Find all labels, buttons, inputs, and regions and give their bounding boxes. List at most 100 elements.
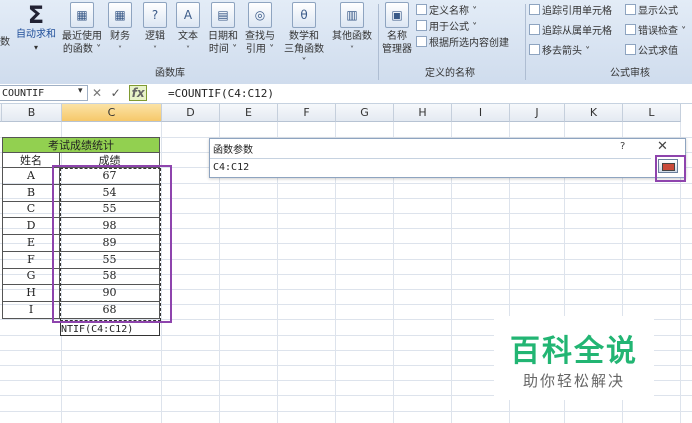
name-cell[interactable]: A (2, 168, 60, 185)
name-box-dropdown-icon[interactable]: ▾ (78, 86, 83, 96)
table-title[interactable]: 考试成绩统计 (2, 137, 160, 153)
watermark: 百科全说 助你轻松解决 (494, 316, 654, 400)
watermark-subtitle: 助你轻松解决 (522, 372, 625, 390)
financial-icon: ▦ (108, 2, 132, 28)
define-name-icon (416, 4, 427, 15)
name-box[interactable]: COUNTIF (0, 85, 88, 101)
use-in-formula-button[interactable]: 用于公式 ˅ (416, 20, 477, 34)
name-manager-button[interactable]: ▣ 名称 管理器 (380, 2, 414, 56)
collapse-dialog-icon (662, 163, 675, 171)
grid-hline (0, 411, 692, 412)
recent-functions-label-2: 的函数 ˅ (62, 44, 102, 55)
lookup-button[interactable]: ◎ 查找与引用 ˅ (242, 2, 278, 56)
lookup-label: 查找与 (245, 31, 275, 42)
autosum-button[interactable]: Σ 自动求和 ▾ (13, 2, 59, 54)
math-trig-button[interactable]: θ 数学和 三角函数 ˅ (280, 2, 328, 69)
editing-cell[interactable]: NTIF(C4:C12) (60, 321, 160, 336)
group-label-formula-auditing: 公式审核 (610, 68, 650, 79)
autosum-label: 自动求和 (16, 29, 56, 40)
name-manager-label-2: 管理器 (382, 44, 412, 55)
more-functions-button[interactable]: ▥ 其他函数 ˅ (328, 2, 376, 56)
name-cell[interactable]: E (2, 234, 60, 252)
column-header-k[interactable]: K (565, 104, 623, 122)
formula-input[interactable]: =COUNTIF(C4:C12) (168, 85, 274, 102)
help-icon[interactable]: ? (620, 141, 625, 152)
create-from-selection-button[interactable]: 根据所选内容创建 (416, 36, 509, 50)
lookup-label-2: 引用 ˅ (245, 44, 275, 55)
trace-dependents-icon (529, 24, 540, 35)
column-header-j[interactable]: J (510, 104, 565, 122)
column-header-i[interactable]: I (452, 104, 510, 122)
financial-button[interactable]: ▦ 财务 ˅ (106, 2, 134, 56)
name-cell[interactable]: B (2, 184, 60, 202)
error-checking-icon (625, 24, 636, 35)
collapse-dialog-button[interactable] (658, 159, 678, 173)
error-checking-button[interactable]: 错误检查 ˅ (625, 24, 686, 38)
define-name-button[interactable]: 定义名称 ˅ (416, 4, 477, 18)
column-header-h[interactable]: H (394, 104, 452, 122)
column-header-d[interactable]: D (162, 104, 220, 122)
name-cell[interactable]: F (2, 251, 60, 269)
score-cell[interactable]: 54 (60, 184, 160, 202)
trace-dependents-label: 追踪从属单元格 (542, 26, 612, 37)
score-cell[interactable]: 98 (60, 218, 160, 236)
name-cell[interactable]: C (2, 201, 60, 219)
recent-functions-button[interactable]: ▦ 最近使用 的函数 ˅ (60, 2, 104, 56)
name-cell[interactable]: H (2, 284, 60, 302)
use-in-formula-icon (416, 20, 427, 31)
name-cell[interactable]: D (2, 218, 60, 236)
insert-function-button[interactable]: 数 (0, 36, 10, 49)
financial-label: 财务 (110, 31, 130, 42)
text-button[interactable]: A 文本 ˅ (174, 2, 202, 56)
score-cell[interactable]: 55 (60, 251, 160, 269)
date-time-icon: ▤ (211, 2, 235, 28)
remove-arrows-label: 移去箭头 ˅ (542, 46, 591, 57)
column-header-e[interactable]: E (220, 104, 278, 122)
header-name[interactable]: 姓名 (2, 153, 60, 168)
header-score[interactable]: 成绩 (60, 153, 160, 168)
logical-label: 逻辑 (145, 31, 165, 42)
name-manager-icon: ▣ (385, 2, 409, 28)
evaluate-formula-button[interactable]: 公式求值 (625, 44, 678, 58)
group-label-defined-names: 定义的名称 (425, 68, 475, 79)
enter-icon[interactable]: ✓ (111, 86, 121, 100)
dialog-title: 函数参数 (213, 145, 253, 156)
name-cell[interactable]: I (2, 301, 60, 319)
show-formulas-label: 显示公式 (638, 6, 678, 17)
logical-button[interactable]: ? 逻辑 ˅ (140, 2, 170, 56)
group-separator-2 (525, 4, 526, 80)
name-cell[interactable]: G (2, 268, 60, 286)
more-functions-icon: ▥ (340, 2, 364, 28)
remove-arrows-button[interactable]: 移去箭头 ˅ (529, 44, 590, 58)
column-header-l[interactable]: L (623, 104, 681, 122)
score-cell[interactable]: 55 (60, 201, 160, 219)
lookup-icon: ◎ (248, 2, 272, 28)
evaluate-formula-label: 公式求值 (638, 46, 678, 57)
column-header-f[interactable]: F (278, 104, 336, 122)
date-time-label: 日期和 (208, 31, 238, 42)
date-time-button[interactable]: ▤ 日期和 时间 ˅ (205, 2, 241, 56)
cancel-icon[interactable]: ✕ (92, 86, 102, 100)
remove-arrows-icon (529, 44, 540, 55)
range-input[interactable]: C4:C12 (210, 158, 651, 175)
score-cell[interactable]: 67 (60, 168, 160, 185)
close-icon[interactable]: ✕ (657, 139, 668, 154)
watermark-title: 百科全说 (510, 334, 638, 369)
score-cell[interactable]: 90 (60, 284, 160, 302)
column-header-b[interactable]: B (2, 104, 62, 122)
formula-bar: COUNTIF ▾ ✕ ✓ fx =COUNTIF(C4:C12) (0, 84, 692, 104)
text-label: 文本 (178, 31, 198, 42)
show-formulas-button[interactable]: 显示公式 (625, 4, 678, 18)
score-cell[interactable]: 58 (60, 268, 160, 286)
trace-precedents-icon (529, 4, 540, 15)
sigma-icon: Σ (27, 1, 45, 29)
trace-precedents-button[interactable]: 追踪引用单元格 (529, 4, 612, 18)
score-cell[interactable]: 68 (60, 301, 160, 319)
trace-dependents-button[interactable]: 追踪从属单元格 (529, 24, 612, 38)
trace-precedents-label: 追踪引用单元格 (542, 6, 612, 17)
column-header-g[interactable]: G (336, 104, 394, 122)
column-header-c[interactable]: C (62, 104, 162, 122)
logical-icon: ? (143, 2, 167, 28)
insert-function-icon[interactable]: fx (129, 85, 148, 101)
score-cell[interactable]: 89 (60, 234, 160, 252)
